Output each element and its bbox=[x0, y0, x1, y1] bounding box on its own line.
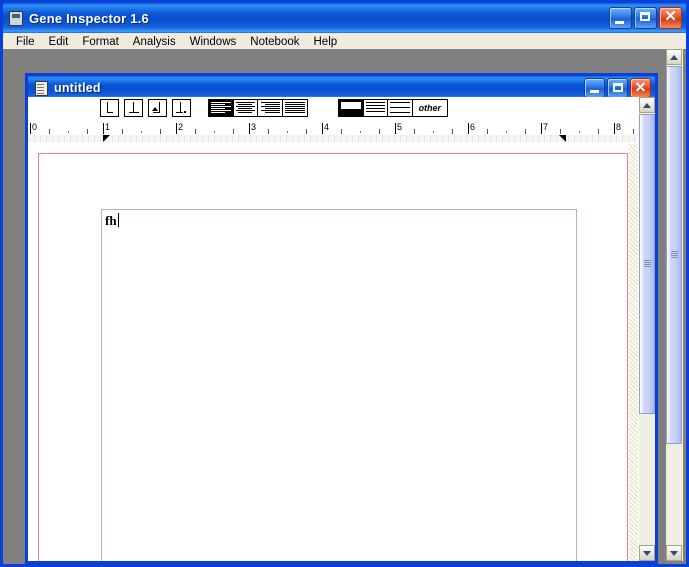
align-center-icon bbox=[235, 102, 256, 114]
align-left-button[interactable] bbox=[209, 100, 234, 116]
ruler-scale: 0 1 2 3 4 5 6 7 8 bbox=[28, 122, 655, 136]
document-close-button[interactable]: ✕ bbox=[630, 78, 651, 98]
document-title-bar[interactable]: untitled ✕ bbox=[28, 73, 655, 100]
ruler-tick-2: 2 bbox=[178, 122, 184, 132]
tab-stop-decimal-button[interactable] bbox=[172, 99, 191, 117]
line-spacing-double-button[interactable] bbox=[388, 100, 413, 116]
formatting-toolbar: other bbox=[28, 97, 655, 122]
tab-stop-right-button[interactable] bbox=[148, 99, 167, 117]
ruler[interactable]: 0 1 2 3 4 5 6 7 8 bbox=[28, 122, 655, 146]
tab-stop-center-button[interactable] bbox=[124, 99, 143, 117]
text-caret bbox=[117, 213, 119, 227]
line-spacing-single-icon bbox=[341, 102, 361, 114]
app-scroll-thumb[interactable] bbox=[666, 66, 682, 444]
line-spacing-one-half-button[interactable] bbox=[363, 100, 389, 116]
document-window-controls: ✕ bbox=[584, 78, 651, 98]
align-right-icon bbox=[260, 102, 280, 114]
document-icon bbox=[33, 80, 49, 96]
close-icon: ✕ bbox=[634, 79, 647, 95]
menu-item-notebook[interactable]: Notebook bbox=[243, 35, 306, 50]
align-justify-icon bbox=[284, 102, 305, 114]
ruler-tick-1: 1 bbox=[105, 122, 111, 132]
ruler-tick-5: 5 bbox=[397, 122, 403, 132]
ruler-tick-6: 6 bbox=[470, 122, 476, 132]
right-indent-marker[interactable] bbox=[559, 135, 566, 142]
ruler-tick-7: 7 bbox=[543, 122, 549, 132]
close-icon: ✕ bbox=[664, 8, 677, 25]
tab-stop-left-button[interactable] bbox=[100, 99, 119, 117]
align-right-button[interactable] bbox=[258, 100, 283, 116]
left-indent-marker[interactable] bbox=[103, 135, 110, 142]
page-edge-hatch bbox=[629, 144, 638, 561]
scroll-grip-icon bbox=[644, 260, 651, 268]
document-scroll-thumb[interactable] bbox=[639, 114, 655, 414]
app-window-controls: ✕ bbox=[609, 7, 682, 29]
tab-stop-right-icon bbox=[149, 100, 166, 116]
text-frame[interactable]: fh bbox=[101, 209, 577, 561]
menu-item-edit[interactable]: Edit bbox=[42, 35, 76, 50]
chevron-up-icon bbox=[670, 55, 678, 60]
menu-item-format[interactable]: Format bbox=[75, 35, 125, 50]
tab-stop-decimal-icon bbox=[173, 100, 190, 116]
tab-stop-center-icon bbox=[125, 100, 142, 116]
document-body: other 0 1 2 3 4 5 6 7 8 fh bbox=[28, 97, 655, 561]
document-title: untitled bbox=[54, 81, 101, 95]
document-maximize-button[interactable] bbox=[607, 78, 628, 98]
menu-item-windows[interactable]: Windows bbox=[183, 35, 244, 50]
chevron-down-icon bbox=[670, 551, 678, 556]
app-title-bar[interactable]: Gene Inspector 1.6 ✕ bbox=[3, 0, 686, 33]
document-canvas[interactable]: fh bbox=[28, 144, 638, 561]
line-spacing-double-icon bbox=[390, 102, 410, 114]
app-minimize-button[interactable] bbox=[609, 7, 632, 29]
app-scroll-down-button[interactable] bbox=[666, 545, 682, 561]
text-frame-text: fh bbox=[105, 213, 117, 228]
minimize-icon bbox=[615, 21, 624, 24]
ruler-tick-0: 0 bbox=[32, 122, 38, 132]
application-vertical-scrollbar[interactable] bbox=[666, 49, 683, 561]
app-title: Gene Inspector 1.6 bbox=[29, 10, 149, 26]
ruler-tick-8: 8 bbox=[616, 122, 622, 132]
chevron-up-icon bbox=[643, 103, 651, 108]
tab-stop-left-icon bbox=[101, 100, 118, 116]
line-spacing-other-button[interactable]: other bbox=[412, 100, 447, 116]
app-close-button[interactable]: ✕ bbox=[659, 7, 682, 29]
line-spacing-single-button[interactable] bbox=[339, 100, 364, 116]
align-justify-button[interactable] bbox=[282, 100, 307, 116]
ruler-tick-4: 4 bbox=[324, 122, 330, 132]
menu-item-analysis[interactable]: Analysis bbox=[126, 35, 183, 50]
menu-item-help[interactable]: Help bbox=[307, 35, 345, 50]
chevron-down-icon bbox=[643, 551, 651, 556]
application-window: Gene Inspector 1.6 ✕ File Edit Format An… bbox=[0, 0, 689, 567]
align-left-icon bbox=[211, 102, 231, 114]
menu-item-file[interactable]: File bbox=[9, 35, 42, 50]
line-spacing-button-group: other bbox=[338, 99, 448, 117]
document-minimize-button[interactable] bbox=[584, 78, 605, 98]
document-scroll-down-button[interactable] bbox=[639, 545, 655, 561]
mdi-client-area: untitled ✕ other 0 1 2 3 4 5 6 7 8 fh bbox=[3, 49, 686, 564]
document-vertical-scrollbar[interactable] bbox=[638, 97, 655, 561]
app-maximize-button[interactable] bbox=[634, 7, 657, 29]
text-frame-content[interactable]: fh bbox=[105, 213, 119, 229]
maximize-icon bbox=[613, 83, 623, 92]
app-scroll-up-button[interactable] bbox=[666, 49, 682, 65]
ruler-tick-3: 3 bbox=[251, 122, 257, 132]
document-window: untitled ✕ other 0 1 2 3 4 5 6 7 8 fh bbox=[25, 73, 658, 564]
align-center-button[interactable] bbox=[233, 100, 258, 116]
scroll-grip-icon bbox=[671, 251, 678, 259]
minimize-icon bbox=[590, 90, 599, 93]
maximize-icon bbox=[640, 12, 650, 21]
document-scroll-up-button[interactable] bbox=[639, 97, 655, 113]
line-spacing-other-label: other bbox=[418, 103, 442, 113]
line-spacing-one-half-icon bbox=[365, 102, 386, 114]
gene-app-icon bbox=[8, 10, 24, 26]
page-sheet: fh bbox=[38, 153, 628, 561]
alignment-button-group bbox=[208, 99, 308, 117]
